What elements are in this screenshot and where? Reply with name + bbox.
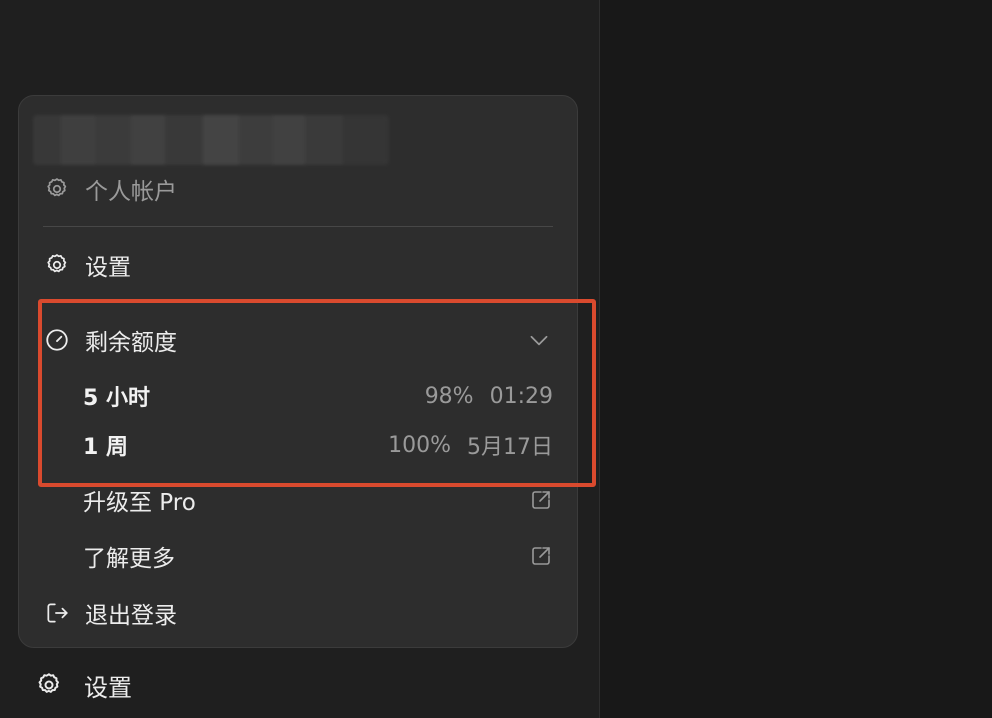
account-menu: 个人帐户 设置 剩余额度 5 小时 98% 01:29 1 周 100% 5月1… [18,95,578,648]
quota-row-reset: 5月17日 [467,435,553,460]
quota-row-1w: 1 周 100% 5月17日 [83,427,553,463]
menu-item-settings[interactable]: 设置 [43,245,553,285]
menu-item-label: 设置 [85,255,131,281]
external-link-icon [532,547,550,565]
gear-icon [43,175,71,203]
sidebar-settings-button[interactable]: 设置 [34,665,132,705]
menu-item-label: 退出登录 [85,603,177,629]
menu-item-label: 剩余额度 [85,330,177,356]
main-pane [599,0,992,718]
quota-row-5h: 5 小时 98% 01:29 [83,378,553,414]
quota-row-percent: 100% [388,432,451,458]
sidebar-settings-label: 设置 [84,673,132,702]
menu-item-learn-more[interactable]: 了解更多 [83,536,553,576]
menu-item-logout[interactable]: 退出登录 [43,593,553,633]
menu-item-upgrade-pro[interactable]: 升级至 Pro [83,480,553,520]
external-link-icon [532,491,550,509]
quota-row-reset: 01:29 [489,383,553,409]
menu-item-personal-account: 个人帐户 [43,169,553,209]
logout-icon [43,599,71,627]
menu-item-label: 了解更多 [83,546,175,572]
menu-item-label: 升级至 Pro [83,490,196,516]
account-name-redacted [33,115,389,165]
menu-item-label: 个人帐户 [85,179,177,205]
quota-row-percent: 98% [424,383,474,409]
chevron-down-icon[interactable] [525,326,553,354]
quota-row-label: 5 小时 [83,386,150,411]
quota-row-label: 1 周 [83,435,128,460]
gauge-icon [43,326,71,354]
menu-item-remaining-quota[interactable]: 剩余额度 [43,320,553,360]
menu-divider [43,226,553,227]
gear-icon [34,670,64,700]
gear-icon [43,251,71,279]
